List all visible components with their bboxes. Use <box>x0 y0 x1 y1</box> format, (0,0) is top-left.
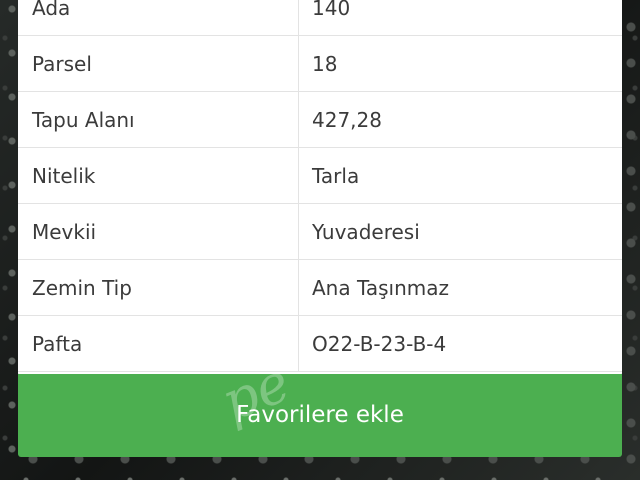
property-row-tapu-alani: Tapu Alanı 427,28 <box>18 92 622 148</box>
property-row-pafta: Pafta O22-B-23-B-4 <box>18 316 622 372</box>
column-divider <box>298 0 299 35</box>
column-divider <box>298 316 299 371</box>
property-label: Pafta <box>32 332 83 356</box>
column-divider <box>298 260 299 315</box>
column-divider <box>298 148 299 203</box>
property-value: Tarla <box>312 164 360 188</box>
column-divider <box>298 204 299 259</box>
property-label: Tapu Alanı <box>32 108 135 132</box>
add-to-favorites-button[interactable]: Favorilere ekle <box>18 374 622 457</box>
property-value: 18 <box>312 52 338 76</box>
property-row-ada: Ada 140 <box>18 0 622 36</box>
property-value: 140 <box>312 0 351 20</box>
property-row-parsel: Parsel 18 <box>18 36 622 92</box>
property-value: 427,28 <box>312 108 382 132</box>
property-label: Mevkii <box>32 220 97 244</box>
property-row-zemin-tip: Zemin Tip Ana Taşınmaz <box>18 260 622 316</box>
column-divider <box>298 36 299 91</box>
property-details-table: Ada 140 Parsel 18 Tapu Alanı 427,28 Nite… <box>18 0 622 375</box>
column-divider <box>298 92 299 147</box>
property-value: O22-B-23-B-4 <box>312 332 447 356</box>
property-label: Zemin Tip <box>32 276 132 300</box>
property-row-nitelik: Nitelik Tarla <box>18 148 622 204</box>
property-row-mevkii: Mevkii Yuvaderesi <box>18 204 622 260</box>
property-label: Nitelik <box>32 164 96 188</box>
property-value: Ana Taşınmaz <box>312 276 450 300</box>
add-to-favorites-label: Favorilere ekle <box>236 402 404 428</box>
property-value: Yuvaderesi <box>312 220 420 244</box>
property-label: Parsel <box>32 52 92 76</box>
property-label: Ada <box>32 0 71 20</box>
